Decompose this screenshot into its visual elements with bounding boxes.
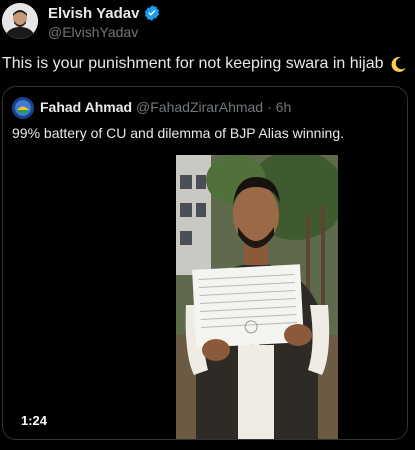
video-thumbnail — [176, 155, 338, 439]
avatar-image — [2, 3, 38, 39]
tweet-card[interactable]: Elvish Yadav @ElvishYadav This is your p… — [0, 0, 415, 450]
author-name-text: Elvish Yadav — [48, 4, 140, 22]
author-handle[interactable]: @ElvishYadav — [48, 24, 138, 40]
quote-author-handle[interactable]: @FahadZirarAhmad — [136, 99, 263, 115]
quote-avatar-image — [12, 97, 34, 119]
quote-text: 99% battery of CU and dilemma of BJP Ali… — [12, 125, 345, 141]
crescent-moon-icon — [391, 56, 406, 72]
tweet-text-content: This is your punishment for not keeping … — [2, 55, 384, 72]
author-name[interactable]: Elvish Yadav — [48, 4, 161, 22]
author-avatar[interactable] — [2, 3, 38, 39]
quote-timestamp[interactable]: 6h — [276, 99, 292, 115]
quote-author-name[interactable]: Fahad Ahmad — [40, 99, 132, 115]
verified-badge-icon — [145, 5, 160, 21]
tweet-text: This is your punishment for not keeping … — [2, 55, 408, 73]
video-duration: 1:24 — [21, 413, 48, 428]
separator-dot: · — [267, 99, 272, 115]
quote-author-avatar[interactable] — [12, 97, 34, 119]
quoted-tweet[interactable]: Fahad Ahmad @FahadZirarAhmad · 6h 99% ba… — [2, 86, 408, 440]
video-player[interactable] — [176, 155, 338, 439]
quote-header: Fahad Ahmad @FahadZirarAhmad · 6h — [40, 99, 291, 115]
